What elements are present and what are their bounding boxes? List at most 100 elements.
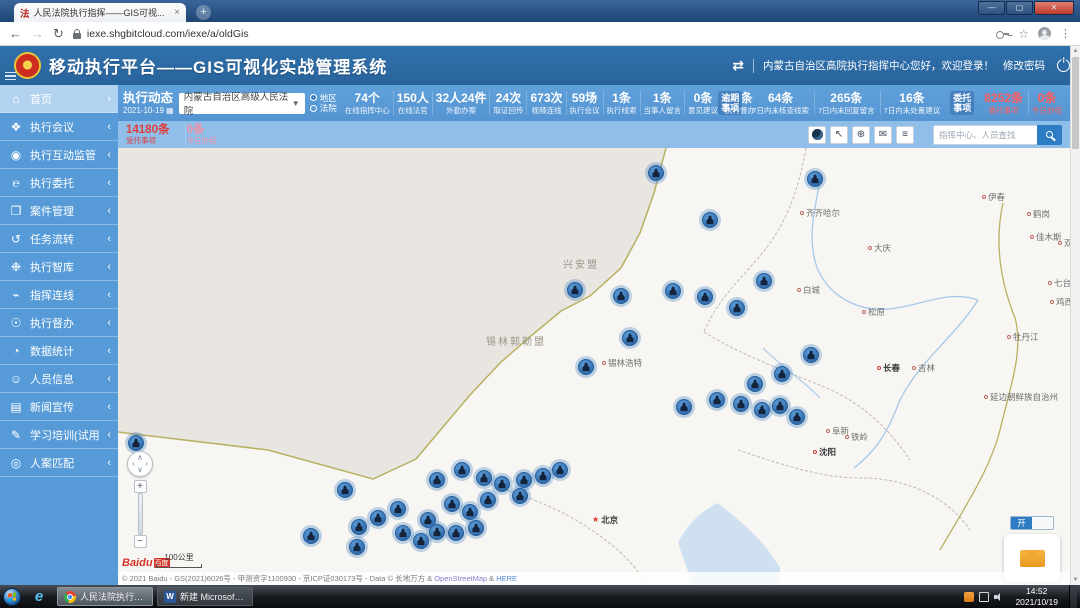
show-desktop-button[interactable]	[1069, 585, 1077, 608]
court-marker[interactable]	[662, 280, 684, 302]
browser-menu-icon[interactable]: ⋮	[1060, 27, 1071, 40]
pan-left-icon[interactable]: ‹	[132, 460, 135, 468]
tray-network-icon[interactable]	[979, 591, 990, 602]
court-marker[interactable]	[445, 522, 467, 544]
reload-button[interactable]: ↻	[53, 27, 64, 40]
taskbar-app-chrome[interactable]: 人民法院执行指...	[57, 587, 153, 606]
sidebar-item-0[interactable]: ⌂ 首页 ›	[0, 85, 118, 113]
court-marker[interactable]	[426, 469, 448, 491]
map-pan-control[interactable]: ∧ ∨ ‹ ›	[127, 451, 153, 477]
window-close-button[interactable]: ✕	[1034, 1, 1074, 15]
court-select-dropdown[interactable]: 内蒙古自治区高级人民法院 ▼	[178, 92, 305, 117]
court-marker[interactable]	[367, 507, 389, 529]
browser-profile-avatar[interactable]	[1038, 27, 1051, 40]
back-button[interactable]: ←	[9, 27, 22, 40]
sidebar-item-3[interactable]: ℮ 执行委托 ‹	[0, 169, 118, 197]
court-marker[interactable]	[387, 498, 409, 520]
new-tab-button[interactable]: +	[196, 5, 211, 20]
court-marker[interactable]	[699, 209, 721, 231]
court-marker[interactable]	[645, 162, 667, 184]
court-marker[interactable]	[804, 168, 826, 190]
sidebar-item-5[interactable]: ↺ 任务流转 ‹	[0, 225, 118, 253]
window-restore-button[interactable]: ▢	[1006, 1, 1033, 15]
sidebar-item-1[interactable]: ❖ 执行会议 ‹	[0, 113, 118, 141]
sidebar-item-9[interactable]: ◔ 数据统计 ‹	[0, 337, 118, 365]
forward-button[interactable]: →	[31, 27, 44, 40]
url-box[interactable]: iexe.shgbitcloud.com/iexe/a/oldGis	[72, 28, 987, 40]
logout-power-icon[interactable]	[1057, 59, 1070, 72]
sidebar-item-7[interactable]: ⌁ 指挥连线 ‹	[0, 281, 118, 309]
court-marker[interactable]	[610, 285, 632, 307]
sidebar-item-6[interactable]: ❉ 执行智库 ‹	[0, 253, 118, 281]
change-password-link[interactable]: 修改密码	[1003, 58, 1045, 73]
sidebar-item-8[interactable]: ☉ 执行督办 ‹	[0, 309, 118, 337]
bookmark-star-icon[interactable]: ☆	[1018, 27, 1029, 41]
zoom-out-button[interactable]: −	[133, 535, 147, 548]
tray-volume-icon[interactable]	[994, 592, 1004, 602]
court-marker[interactable]	[334, 479, 356, 501]
taskbar-clock[interactable]: 14:52 2021/10/19	[1009, 586, 1064, 606]
message-toggle[interactable]: 开	[1010, 516, 1054, 530]
message-tool-button[interactable]: ✉	[874, 125, 892, 144]
hamburger-icon[interactable]	[5, 70, 16, 83]
scroll-up-arrow[interactable]: ▲	[1071, 46, 1080, 56]
court-marker[interactable]	[509, 485, 531, 507]
scrollbar-thumb[interactable]	[1072, 57, 1079, 149]
calendar-icon[interactable]: ▦	[166, 106, 174, 115]
court-marker[interactable]	[753, 270, 775, 292]
browser-tab[interactable]: 法 人民法院执行指挥——GIS可视... ×	[14, 3, 186, 22]
court-marker[interactable]	[786, 406, 808, 428]
here-link[interactable]: HERE	[496, 574, 517, 583]
court-marker[interactable]	[744, 373, 766, 395]
dark-globe-button[interactable]	[808, 125, 826, 144]
scope-radio-0[interactable]: 地区	[309, 93, 337, 103]
search-button[interactable]	[1037, 124, 1062, 145]
court-marker[interactable]	[706, 389, 728, 411]
sidebar-item-10[interactable]: ☺ 人员信息 ‹	[0, 365, 118, 393]
zoom-slider[interactable]	[137, 493, 143, 535]
court-marker[interactable]	[575, 356, 597, 378]
pan-down-icon[interactable]: ∨	[137, 466, 143, 474]
search-input[interactable]	[933, 124, 1037, 145]
court-marker[interactable]	[300, 525, 322, 547]
scroll-down-arrow[interactable]: ▼	[1071, 575, 1080, 585]
court-marker[interactable]	[564, 279, 586, 301]
scope-radio-1[interactable]: 法院	[309, 104, 337, 113]
tab-close-icon[interactable]: ×	[174, 7, 180, 18]
select-tool-button[interactable]: ↖	[830, 125, 848, 144]
court-marker[interactable]	[532, 465, 554, 487]
start-button[interactable]	[3, 587, 21, 606]
court-marker[interactable]	[694, 286, 716, 308]
court-marker[interactable]	[346, 536, 368, 558]
court-marker[interactable]	[673, 396, 695, 418]
date-picker[interactable]: 2021-10-19 ▦	[123, 106, 174, 115]
map-canvas[interactable]: 兴安盟锡林郭勒盟 齐齐哈尔 伊春鹤岗佳木斯双鸭山大庆七台河鸡西 白城松原牡丹江长春 吉…	[118, 148, 1070, 585]
earth-button[interactable]: ⊕	[852, 125, 870, 144]
tray-app-icon[interactable]	[964, 591, 975, 602]
layers-button[interactable]: ≡	[896, 125, 914, 144]
page-scrollbar[interactable]: ▲ ▼	[1070, 46, 1080, 585]
sidebar-item-11[interactable]: ▤ 新闻宣传 ‹	[0, 393, 118, 421]
court-marker[interactable]	[800, 344, 822, 366]
sidebar-item-4[interactable]: ❐ 案件管理 ‹	[0, 197, 118, 225]
taskbar-app-word[interactable]: W 新建 Microsoft ...	[157, 587, 253, 606]
court-marker[interactable]	[771, 363, 793, 385]
zoom-in-button[interactable]: +	[133, 480, 147, 493]
court-marker[interactable]	[348, 516, 370, 538]
sidebar-item-2[interactable]: ◉ 执行互动监管 ‹	[0, 141, 118, 169]
court-marker[interactable]	[619, 327, 641, 349]
pan-right-icon[interactable]: ›	[145, 460, 148, 468]
court-marker[interactable]	[465, 517, 487, 539]
sidebar-item-13[interactable]: ◎ 人案匹配 ‹	[0, 449, 118, 477]
key-icon[interactable]	[996, 30, 1010, 39]
url-text[interactable]: iexe.shgbitcloud.com/iexe/a/oldGis	[87, 28, 249, 40]
window-minimize-button[interactable]: —	[978, 1, 1005, 15]
sidebar-item-12[interactable]: ✎ 学习培训(试用) ‹	[0, 421, 118, 449]
pan-up-icon[interactable]: ∧	[137, 454, 143, 462]
internet-explorer-icon[interactable]: e	[25, 588, 53, 605]
court-marker[interactable]	[730, 393, 752, 415]
court-marker[interactable]	[451, 459, 473, 481]
switch-system-icon[interactable]: ⇄	[732, 57, 744, 74]
osm-link[interactable]: OpenStreetMap	[434, 574, 487, 583]
court-marker[interactable]	[726, 297, 748, 319]
